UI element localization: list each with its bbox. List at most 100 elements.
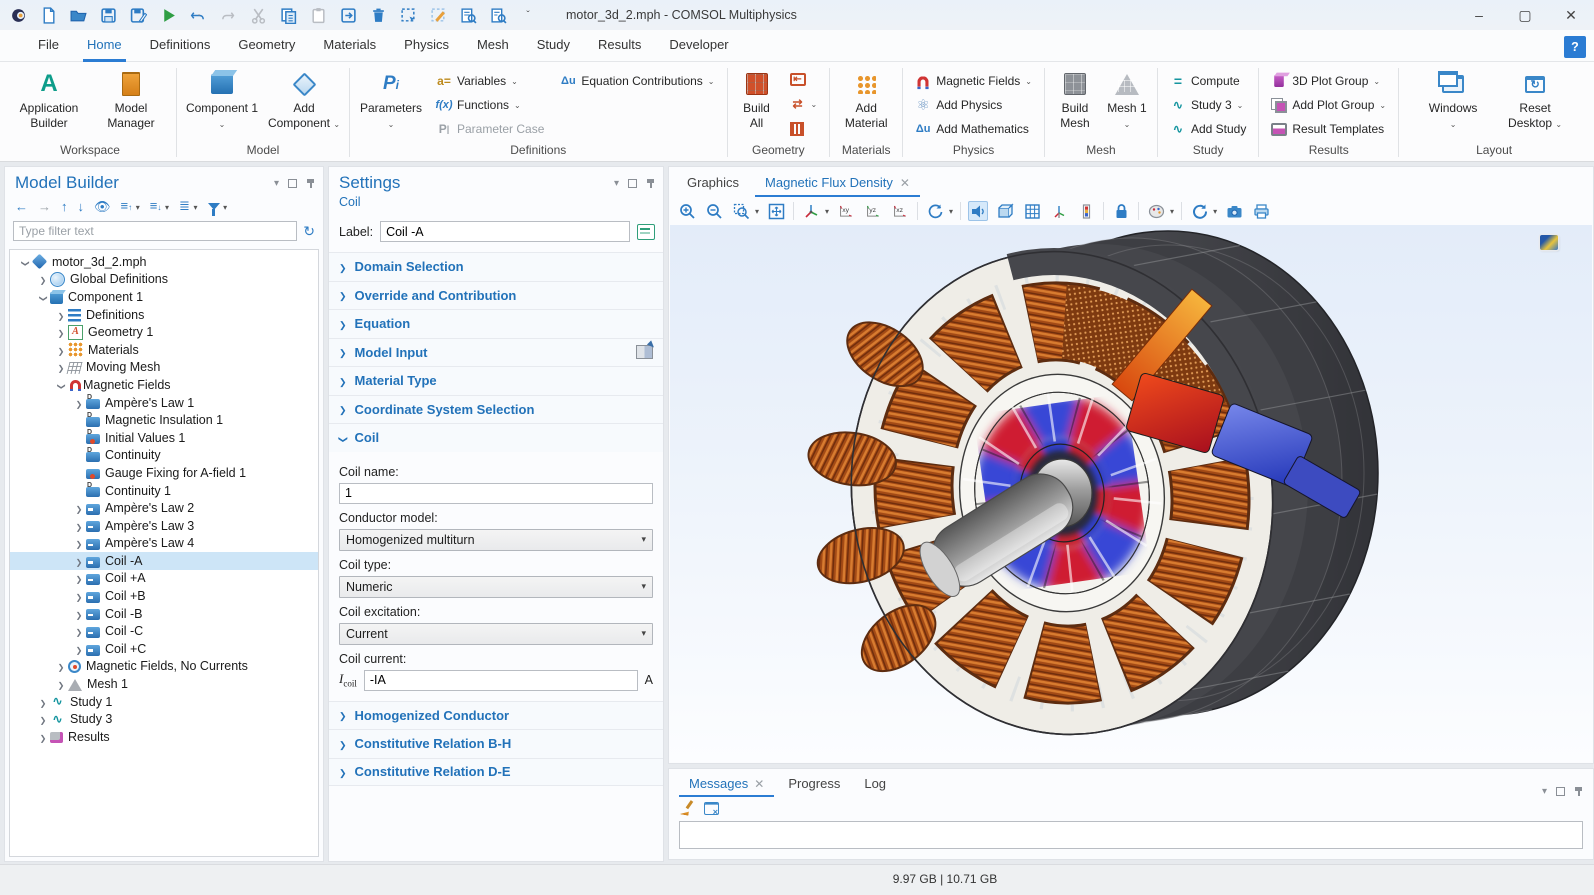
menu-geometry[interactable]: Geometry: [224, 30, 309, 62]
add-mathematics-button[interactable]: ΔuAdd Mathematics: [909, 118, 1038, 140]
tree-node-coil-minus-a[interactable]: Coil -A: [10, 552, 318, 570]
build-mesh-button[interactable]: Build Mesh: [1051, 68, 1099, 134]
pin-panel-icon[interactable]: [646, 179, 655, 188]
zoom-box-icon[interactable]: [731, 201, 751, 221]
grid-icon[interactable]: [1022, 201, 1042, 221]
save-as-icon[interactable]: [128, 5, 148, 25]
study-3-button[interactable]: ∿Study 3⌄: [1164, 94, 1252, 116]
select-box-icon[interactable]: [398, 5, 418, 25]
tree-node-study-1[interactable]: ∿Study 1: [10, 693, 318, 711]
scene-light-icon[interactable]: [968, 201, 988, 221]
tree-node-continuity[interactable]: Continuity: [10, 447, 318, 465]
update-plot-icon[interactable]: [1189, 201, 1209, 221]
go-to-view-icon[interactable]: [801, 201, 821, 221]
menu-study[interactable]: Study: [523, 30, 584, 62]
collapse-all-icon[interactable]: ≡↓ ▾: [150, 199, 169, 215]
add-physics-button[interactable]: ⚛Add Physics: [909, 94, 1038, 116]
tree-node-materials[interactable]: Materials: [10, 341, 318, 359]
tree-node-amperes-law-3[interactable]: Ampère's Law 3: [10, 517, 318, 535]
pin-panel-icon[interactable]: [1574, 787, 1583, 796]
add-component-button[interactable]: Add Component ⌄: [265, 68, 343, 134]
update-geometry-button[interactable]: ⇄⌄: [784, 93, 824, 115]
tree-node-gauge-fixing[interactable]: Gauge Fixing for A-field 1: [10, 464, 318, 482]
zoom-extents-icon[interactable]: [766, 201, 786, 221]
section-coordinate-system[interactable]: Coordinate System Selection: [329, 395, 663, 424]
copy-icon[interactable]: [278, 5, 298, 25]
label-input[interactable]: [380, 221, 630, 242]
section-constitutive-bh[interactable]: Constitutive Relation B-H: [329, 729, 663, 758]
component-1-button[interactable]: Component 1 ⌄: [183, 68, 261, 134]
result-templates-button[interactable]: Result Templates: [1265, 118, 1392, 140]
tree-node-amperes-law-1[interactable]: Ampère's Law 1: [10, 394, 318, 412]
qat-more-icon[interactable]: ˇ: [518, 5, 538, 25]
pin-panel-icon[interactable]: [306, 179, 315, 188]
tree-node-component-1[interactable]: Component 1: [10, 288, 318, 306]
tree-node-geometry-1[interactable]: AGeometry 1: [10, 323, 318, 341]
tree-node-magnetic-insulation-1[interactable]: Magnetic Insulation 1: [10, 411, 318, 429]
tree-node-mesh-1[interactable]: Mesh 1: [10, 675, 318, 693]
refresh-icon[interactable]: ↻: [303, 223, 315, 240]
undo-icon[interactable]: [188, 5, 208, 25]
float-panel-icon[interactable]: [288, 179, 297, 188]
view-xy-icon[interactable]: xy: [836, 201, 856, 221]
messages-output[interactable]: [679, 821, 1583, 849]
show-axes-icon[interactable]: [1049, 201, 1069, 221]
3d-plot-group-button[interactable]: 3D Plot Group⌄: [1265, 70, 1392, 92]
tree-node-amperes-law-2[interactable]: Ampère's Law 2: [10, 499, 318, 517]
find-icon[interactable]: [458, 5, 478, 25]
rename-label-button[interactable]: [637, 224, 655, 240]
zoom-in-icon[interactable]: [677, 201, 697, 221]
show-icon[interactable]: 👁︎: [94, 200, 111, 214]
section-coil[interactable]: Coil: [329, 423, 663, 452]
menu-results[interactable]: Results: [584, 30, 655, 62]
plot-thumbnail-icon[interactable]: [1540, 235, 1558, 250]
panel-menu-icon[interactable]: ▾: [614, 178, 619, 189]
application-builder-button[interactable]: AApplication Builder: [10, 68, 88, 134]
deselect-icon[interactable]: [428, 5, 448, 25]
tree-node-coil-plus-b[interactable]: Coil +B: [10, 587, 318, 605]
mesh-1-button[interactable]: Mesh 1 ⌄: [1103, 68, 1151, 134]
tree-node-coil-plus-c[interactable]: Coil +C: [10, 640, 318, 658]
functions-button[interactable]: f(x)Functions⌄: [430, 94, 550, 116]
virtual-operations-button[interactable]: [784, 119, 824, 139]
build-all-button[interactable]: Build All: [734, 68, 780, 134]
find-replace-icon[interactable]: [488, 5, 508, 25]
menu-definitions[interactable]: Definitions: [136, 30, 225, 62]
tree-node-study-3[interactable]: ∿Study 3: [10, 710, 318, 728]
section-constitutive-de[interactable]: Constitutive Relation D-E: [329, 758, 663, 787]
tree-node-coil-minus-c[interactable]: Coil -C: [10, 622, 318, 640]
node-group-icon[interactable]: ≣ ▾: [179, 199, 198, 215]
filter-funnel-icon[interactable]: ▾: [208, 199, 228, 215]
zoom-out-icon[interactable]: [704, 201, 724, 221]
move-down-icon[interactable]: ↓: [78, 200, 85, 214]
tree-node-results[interactable]: Results: [10, 728, 318, 746]
graphics-canvas[interactable]: [670, 225, 1592, 762]
add-plot-group-button[interactable]: Add Plot Group⌄: [1265, 94, 1392, 116]
tree-node-coil-plus-a[interactable]: Coil +A: [10, 570, 318, 588]
close-button[interactable]: ✕: [1548, 0, 1594, 30]
tree-node-initial-values-1[interactable]: Initial Values 1: [10, 429, 318, 447]
view-yz-icon[interactable]: yz: [863, 201, 883, 221]
section-model-input[interactable]: Model Input: [329, 338, 663, 367]
forward-icon[interactable]: →: [38, 200, 51, 214]
equation-contributions-button[interactable]: ΔuEquation Contributions⌄: [554, 70, 720, 92]
coil-name-input[interactable]: [339, 483, 653, 504]
help-button[interactable]: ?: [1564, 36, 1586, 58]
print-icon[interactable]: [1251, 201, 1271, 221]
coil-excitation-select[interactable]: Current: [339, 623, 653, 645]
close-tab-icon[interactable]: ✕: [754, 777, 764, 791]
close-tab-icon[interactable]: ✕: [900, 176, 910, 190]
section-domain-selection[interactable]: Domain Selection: [329, 252, 663, 281]
section-override-contribution[interactable]: Override and Contribution: [329, 281, 663, 310]
view-xz-icon[interactable]: xz: [890, 201, 910, 221]
menu-physics[interactable]: Physics: [390, 30, 463, 62]
compute-button[interactable]: =Compute: [1164, 70, 1252, 92]
import-geometry-button[interactable]: ⇤: [784, 70, 824, 89]
tree-node-continuity-1[interactable]: Continuity 1: [10, 482, 318, 500]
transparency-icon[interactable]: [995, 201, 1015, 221]
clear-table-icon[interactable]: [704, 802, 719, 815]
tree-node-coil-minus-b[interactable]: Coil -B: [10, 605, 318, 623]
menu-materials[interactable]: Materials: [309, 30, 390, 62]
float-panel-icon[interactable]: [628, 179, 637, 188]
delete-icon[interactable]: [368, 5, 388, 25]
